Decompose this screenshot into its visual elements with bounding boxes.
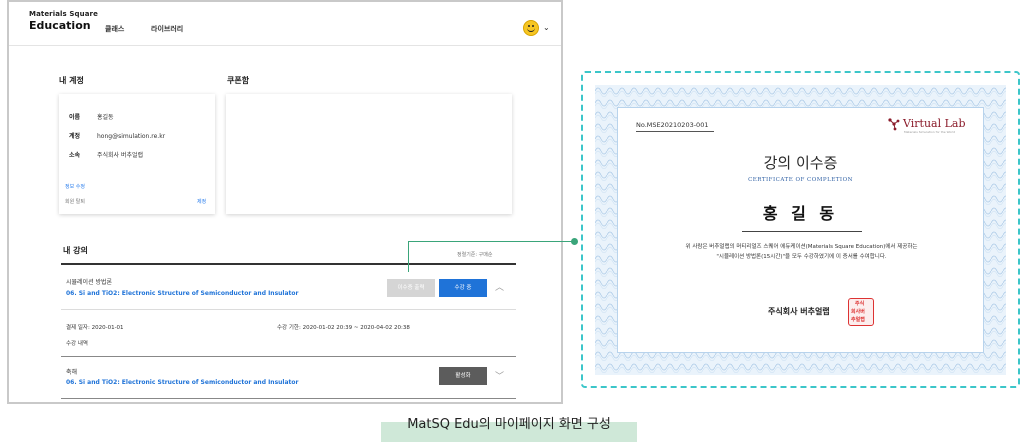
- brand-top-text: Materials Square: [29, 10, 98, 18]
- certificate-number-underline: [636, 131, 714, 132]
- account-email-value: hong@simulation.re.kr: [97, 133, 166, 140]
- account-affiliation-label: 소속: [69, 152, 81, 159]
- course-list: 시뮬레이션 방법론 06. Si and TiO2: Electronic St…: [61, 263, 516, 399]
- course-category: 시뮬레이션 방법론: [66, 279, 113, 286]
- print-certificate-button[interactable]: 이수증 출력: [387, 279, 435, 297]
- certificate-statement: 위 사람은 버추얼랩의 머티리얼즈 스퀘어 에듀케이션(Materials Sq…: [628, 242, 975, 262]
- recipient-name-underline: [742, 231, 862, 232]
- recipient-name: 홍 길 동: [762, 204, 839, 223]
- divider: [61, 398, 516, 399]
- withdraw-right-link[interactable]: 제정: [197, 198, 206, 205]
- chevron-up-icon[interactable]: ︿: [495, 280, 504, 293]
- study-history-link[interactable]: 수강 내역: [66, 339, 88, 347]
- account-email-label: 계정: [69, 133, 81, 140]
- connector-line: [408, 241, 409, 272]
- chevron-down-icon[interactable]: ﹀: [495, 369, 504, 382]
- issuer-name: 주식회사 버추얼랩: [768, 307, 830, 316]
- study-period: 수강 기한: 2020-01-02 20:39 ~ 2020-04-02 20:…: [277, 325, 410, 331]
- logo-text: Virtual Lab: [903, 117, 966, 130]
- chevron-down-icon[interactable]: ⌄: [543, 23, 550, 32]
- statement-line: "시뮬레이션 방법론(15시간)"을 모두 수강하였기에 이 증서를 수여합니다…: [716, 254, 887, 260]
- coupon-section-title: 쿠폰함: [227, 76, 250, 85]
- account-section-title: 내 계정: [59, 76, 84, 85]
- virtual-lab-logo: Virtual Lab Materials Simulation for the…: [887, 117, 966, 134]
- brand-logo[interactable]: Materials Square Education: [29, 10, 98, 32]
- account-card: 이름 홍길동 계정 hong@simulation.re.kr 소속 주식회사 버추얼…: [59, 94, 215, 214]
- connector-dot: [571, 238, 578, 245]
- course-category: 축해: [66, 369, 78, 376]
- activate-button[interactable]: 활성화: [439, 367, 487, 385]
- composite-figure: Materials Square Education 클래스 라이브러리 ⌄ 내…: [0, 0, 1024, 445]
- certificate-title: 강의 이수증: [763, 154, 838, 172]
- brand-main-text: Education: [29, 19, 91, 32]
- divider: [61, 356, 516, 357]
- courses-section-title: 내 강의: [63, 246, 88, 255]
- account-affiliation-row: 소속 주식회사 버추얼랩: [69, 150, 143, 159]
- in-progress-button[interactable]: 수강 중: [439, 279, 487, 297]
- withdraw-link[interactable]: 회원 탈퇴: [65, 198, 85, 205]
- logo-subtext: Materials Simulation for the World: [904, 130, 956, 134]
- nav-item-library[interactable]: 라이브러리: [151, 24, 183, 34]
- account-name-row: 이름 홍길동: [69, 112, 114, 121]
- course-title-link[interactable]: 06. Si and TiO2: Electronic Structure of…: [66, 290, 298, 297]
- certificate-subtitle: CERTIFICATE OF COMPLETION: [748, 177, 853, 183]
- statement-line: 위 사람은 버추얼랩의 머티리얼즈 스퀘어 에듀케이션(Materials Sq…: [685, 244, 918, 250]
- mypage-screenshot: Materials Square Education 클래스 라이브러리 ⌄ 내…: [7, 0, 563, 404]
- course-title-link[interactable]: 06. Si and TiO2: Electronic Structure of…: [66, 379, 298, 386]
- molecule-icon: [888, 118, 900, 131]
- account-email-row: 계정 hong@simulation.re.kr: [69, 131, 165, 140]
- company-seal-stamp: 주식 회사버 추얼랩: [848, 298, 874, 326]
- payment-date: 결제 일자: 2020-01-01: [66, 325, 124, 331]
- nav-item-class[interactable]: 클래스: [105, 24, 124, 34]
- account-name-label: 이름: [69, 114, 81, 121]
- coupon-card: [226, 94, 512, 214]
- top-navigation-bar: Materials Square Education 클래스 라이브러리 ⌄: [9, 2, 561, 46]
- divider: [61, 309, 516, 310]
- connector-line: [408, 241, 574, 242]
- edit-info-link[interactable]: 정보 수정: [65, 183, 85, 190]
- account-name-value: 홍길동: [97, 114, 114, 121]
- certificate-body: No.MSE20210203-001 Virtual Lab Materials…: [617, 107, 984, 353]
- account-affiliation-value: 주식회사 버추얼랩: [97, 152, 144, 159]
- figure-caption: MatSQ Edu의 마이페이지 화면 구성: [407, 417, 611, 432]
- smiley-face-icon[interactable]: [523, 20, 539, 36]
- sort-selector[interactable]: 정렬기준: 구매순: [457, 251, 492, 258]
- certificate: No.MSE20210203-001 Virtual Lab Materials…: [595, 85, 1006, 375]
- certificate-number: No.MSE20210203-001: [636, 121, 709, 129]
